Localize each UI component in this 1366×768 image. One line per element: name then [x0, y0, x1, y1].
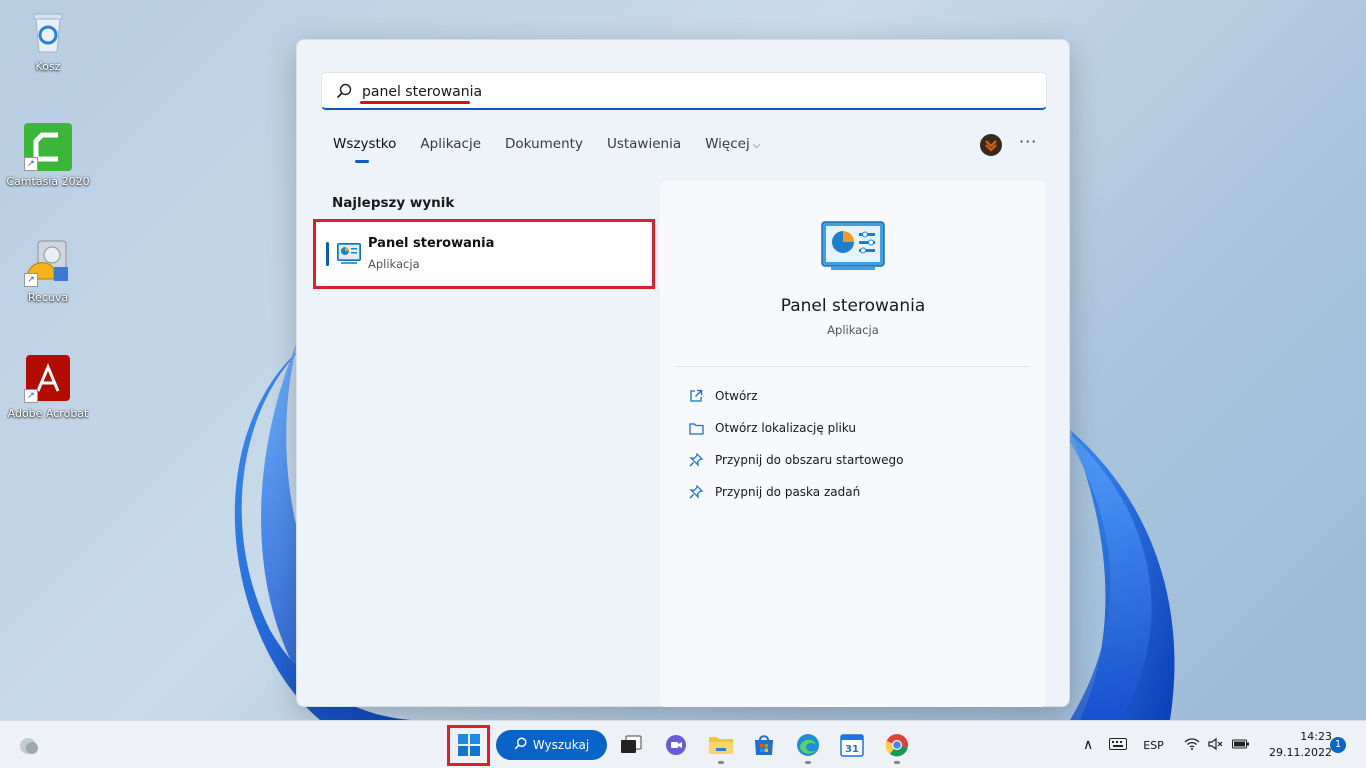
tab-documents[interactable]: Dokumenty: [505, 136, 583, 160]
action-label: Otwórz: [715, 389, 758, 403]
selection-indicator: [326, 242, 329, 266]
svg-text:31: 31: [845, 744, 859, 755]
search-box[interactable]: [321, 72, 1047, 110]
shortcut-arrow-icon: ↗: [24, 157, 38, 171]
best-match-item[interactable]: Panel sterowania Aplikacja: [313, 219, 655, 289]
control-panel-icon: [337, 243, 361, 269]
battery-icon[interactable]: [1231, 738, 1250, 753]
camtasia-icon: ↗: [24, 123, 72, 171]
action-open[interactable]: Otwórz: [688, 386, 758, 406]
action-label: Przypnij do obszaru startowego: [715, 453, 904, 467]
running-indicator: [718, 761, 724, 764]
desktop-icon-label: Camtasia 2020: [6, 175, 90, 188]
pin-icon: [688, 484, 704, 500]
search-icon: [514, 737, 527, 753]
shortcut-arrow-icon: ↗: [24, 273, 38, 287]
pin-icon: [688, 452, 704, 468]
query-highlight-underline: [360, 101, 470, 104]
acrobat-icon: ↗: [24, 355, 72, 403]
running-indicator: [894, 761, 900, 764]
desktop-icon-recycle-bin[interactable]: Kosz: [0, 8, 96, 74]
tab-apps[interactable]: Aplikacje: [420, 136, 481, 160]
teams-chat-icon[interactable]: [660, 729, 692, 761]
action-pin-to-taskbar[interactable]: Przypnij do paska zadań: [688, 482, 860, 502]
taskbar-search-label: Wyszukaj: [532, 738, 590, 752]
start-button[interactable]: [453, 729, 485, 761]
notification-badge[interactable]: 1: [1330, 737, 1346, 753]
search-panel: Wszystko Aplikacje Dokumenty Ustawienia …: [296, 39, 1070, 707]
edge-browser-icon[interactable]: [792, 729, 824, 761]
tab-all[interactable]: Wszystko: [333, 136, 396, 163]
running-indicator: [805, 761, 811, 764]
microsoft-store-icon[interactable]: [748, 729, 780, 761]
detail-pane: Panel sterowania Aplikacja Otwórz Otwórz…: [660, 181, 1046, 707]
tab-more[interactable]: Więcej ⌵: [705, 136, 760, 160]
show-hidden-icons-chevron-icon[interactable]: ∧: [1083, 737, 1093, 753]
action-open-file-location[interactable]: Otwórz lokalizację pliku: [688, 418, 856, 438]
recycle-bin-icon: [24, 8, 72, 56]
desktop-icon-label: Kosz: [35, 60, 61, 73]
more-options-button[interactable]: ···: [1019, 132, 1037, 151]
open-external-icon: [688, 388, 704, 404]
chevron-down-icon: ⌵: [752, 140, 761, 151]
tab-settings[interactable]: Ustawienia: [607, 136, 681, 160]
system-tray: ∧ ESP: [1083, 721, 1250, 768]
control-panel-large-icon: [821, 221, 885, 275]
input-language[interactable]: ESP: [1143, 739, 1164, 752]
desktop-icon-label: Recuva: [27, 291, 69, 304]
best-match-title: Panel sterowania: [368, 236, 495, 251]
divider: [676, 366, 1030, 367]
desktop-icon-acrobat[interactable]: ↗ Adobe Acrobat: [0, 355, 96, 421]
action-label: Przypnij do paska zadań: [715, 485, 861, 499]
desktop-icon-camtasia[interactable]: ↗ Camtasia 2020: [0, 123, 96, 189]
avatar[interactable]: [980, 134, 1002, 156]
calendar-icon[interactable]: 31: [836, 729, 868, 761]
taskbar-search-button[interactable]: Wyszukaj: [496, 730, 607, 760]
taskbar-clock[interactable]: 14:23 29.11.2022: [1262, 729, 1332, 761]
taskbar: Wyszukaj 31 ∧ ESP 14:23 29.11.2022 1: [0, 720, 1366, 768]
volume-muted-icon[interactable]: [1208, 737, 1224, 753]
desktop-icon-recuva[interactable]: ↗ Recuva: [0, 239, 96, 305]
search-input[interactable]: [362, 81, 962, 103]
search-icon: [336, 83, 352, 103]
clock-time: 14:23: [1300, 730, 1332, 743]
best-match-subtitle: Aplikacja: [368, 257, 420, 271]
weather-widget-icon[interactable]: [12, 729, 44, 761]
action-label: Otwórz lokalizację pliku: [715, 421, 857, 435]
best-match-heading: Najlepszy wynik: [332, 195, 455, 211]
chrome-browser-icon[interactable]: [881, 729, 913, 761]
folder-icon: [688, 420, 704, 436]
recuva-icon: ↗: [24, 239, 72, 287]
detail-subtitle: Aplikacja: [827, 323, 879, 337]
shortcut-arrow-icon: ↗: [24, 389, 38, 403]
wifi-icon[interactable]: [1184, 737, 1200, 753]
keyboard-icon[interactable]: [1109, 737, 1128, 753]
file-explorer-icon[interactable]: [705, 729, 737, 761]
desktop-icon-label: Adobe Acrobat: [7, 407, 89, 420]
detail-title: Panel sterowania: [780, 296, 926, 316]
search-tabs: Wszystko Aplikacje Dokumenty Ustawienia …: [333, 136, 784, 163]
task-view-icon[interactable]: [615, 729, 647, 761]
action-pin-to-start[interactable]: Przypnij do obszaru startowego: [688, 450, 904, 470]
clock-date: 29.11.2022: [1269, 746, 1332, 759]
